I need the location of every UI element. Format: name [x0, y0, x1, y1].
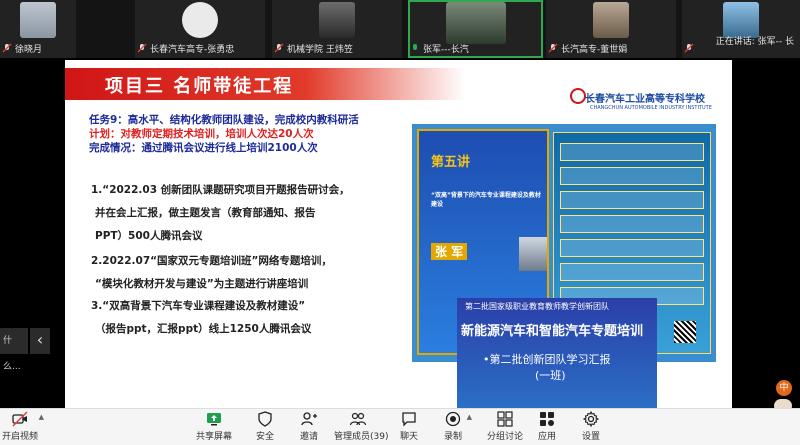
security-label: 安全: [255, 432, 274, 442]
poster-row: [560, 215, 704, 233]
banner-line: (一班): [535, 369, 566, 382]
record-button[interactable]: 录制 ▲: [440, 411, 472, 445]
manage-members-button[interactable]: 管理成员(39): [334, 411, 389, 445]
poster-course: “双高”背景下的汽车专业课程建设及教材建设: [431, 192, 541, 208]
participant-tile[interactable]: 徐晓月: [0, 0, 76, 58]
share-screen-button[interactable]: 共享屏幕: [196, 411, 232, 445]
chat-icon: [402, 412, 416, 427]
apps-button[interactable]: 应用: [534, 411, 560, 445]
poster-speaker: 张 军: [431, 243, 468, 260]
members-icon: [350, 412, 366, 426]
video-button[interactable]: 开启视频 ▲: [2, 411, 44, 445]
breakout-label: 分组讨论: [487, 432, 524, 442]
breakout-button[interactable]: 分组讨论: [487, 411, 523, 445]
mic-muted-icon: [137, 43, 147, 53]
settings-label: 设置: [581, 432, 600, 442]
plan-line: 计划：对教师定期技术培训，培训人次达20人次: [89, 128, 314, 140]
item-line: 并在会上汇报，做主题发言（教育部通知、报告: [95, 207, 316, 219]
shared-slide: 项目三 名师带徒工程 长春汽车工业高等专科学校 CHANGCHUN AUTOMO…: [65, 60, 732, 408]
poster-row: [560, 263, 704, 281]
apps-label: 应用: [537, 432, 556, 442]
avatar: [182, 2, 218, 38]
video-label: 开启视频: [2, 432, 39, 442]
banner-line: 新能源汽车和智能汽车专题培训: [461, 324, 644, 339]
poster-row: [560, 167, 704, 185]
settings-button[interactable]: 设置: [578, 411, 604, 445]
shield-icon: [258, 411, 272, 427]
participant-strip: 徐晓月 长春汽车高专-张勇忠 机械学院 王炜笠 张军---长汽 长汽高专-董世娟…: [0, 0, 800, 58]
participant-tile[interactable]: 长汽高专-董世娟: [546, 0, 676, 58]
college-logo: [570, 88, 586, 104]
item-line: PPT）500人腾讯会议: [95, 230, 203, 242]
add-user-icon: [301, 412, 317, 426]
team-banner: 第二批国家级职业教育教师教学创新团队 新能源汽车和智能汽车专题培训 •第二批创新…: [457, 298, 657, 408]
poster-row: [560, 239, 704, 257]
participant-tile-active[interactable]: 张军---长汽: [408, 0, 543, 58]
poster-lecture: 第五讲: [431, 155, 471, 170]
apps-icon: [540, 412, 554, 426]
participant-video: [20, 2, 56, 38]
mic-muted-icon: [548, 43, 558, 53]
college-name: 长春汽车工业高等专科学校: [585, 94, 705, 105]
invite-label: 邀请: [299, 432, 318, 442]
item-line: （报告ppt，汇报ppt）线上1250人腾讯会议: [95, 323, 312, 335]
speaker-photo: [519, 237, 547, 271]
participant-name: 长汽高专-董世娟: [561, 44, 628, 55]
college-name-en: CHANGCHUN AUTOMOBILE INDUSTRY INSTITUTE: [590, 105, 712, 111]
breakout-icon: [497, 411, 513, 427]
participant-name: 徐晓月: [15, 44, 43, 55]
participant-tile[interactable]: 长春汽车高专-张勇忠: [135, 0, 265, 58]
mic-muted-icon: [274, 43, 284, 53]
participant-video: [723, 2, 759, 38]
record-icon: [445, 411, 461, 427]
side-panel-tab[interactable]: 什么...: [0, 328, 28, 372]
collapse-button[interactable]: ‹: [30, 328, 50, 354]
item-line: “模块化教材开发与建设”为主题进行讲座培训: [95, 278, 309, 290]
mic-on-icon: [413, 44, 417, 50]
share-label: 共享屏幕: [196, 432, 233, 442]
participant-name: 机械学院 王炜笠: [287, 44, 353, 55]
participant-name: 长春汽车高专-张勇忠: [150, 44, 235, 55]
item-line: 3.“双高背景下汽车专业课程建设及教材建设”: [91, 300, 306, 312]
share-screen-icon: [207, 413, 221, 426]
chat-label: 聊天: [399, 432, 418, 442]
chevron-up-icon[interactable]: ▲: [467, 413, 472, 421]
banner-line: 第二批国家级职业教育教师教学创新团队: [465, 302, 609, 311]
members-label: 管理成员(39): [334, 432, 389, 442]
item-line: 2.2022.07“国家双元专题培训班”网络专题培训，: [91, 255, 332, 267]
mic-muted-icon: [684, 43, 694, 53]
participant-name: 张军---长汽: [423, 44, 469, 55]
gear-icon: [583, 411, 599, 427]
security-button[interactable]: 安全: [252, 411, 278, 445]
chevron-up-icon[interactable]: ▲: [39, 413, 44, 421]
chat-button[interactable]: 聊天: [396, 411, 422, 445]
participant-video: [593, 2, 629, 38]
record-label: 录制: [443, 432, 462, 442]
banner-line: •第二批创新团队学习汇报: [483, 353, 611, 366]
invite-button[interactable]: 邀请: [296, 411, 322, 445]
task-line: 任务9：高水平、结构化教师团队建设，完成校内教科研活: [89, 114, 359, 126]
done-line: 完成情况：通过腾讯会议进行线上培训2100人次: [89, 142, 318, 154]
item-line: 1.“2022.03 创新团队课题研究项目开题报告研讨会，: [91, 184, 350, 196]
mic-muted-icon: [2, 43, 12, 53]
ime-badge[interactable]: 中: [776, 380, 792, 396]
participant-video: [445, 2, 506, 44]
slide-title: 项目三 名师带徒工程: [105, 76, 294, 97]
participant-video: [319, 2, 355, 38]
poster-row: [560, 143, 704, 161]
participant-tile[interactable]: 正在讲话: 张军-- 长: [682, 0, 800, 58]
meeting-toolbar: 开启视频 ▲ 共享屏幕 安全 邀请 管理成员(39) 聊天 录制 ▲ 分组讨论 …: [0, 408, 800, 445]
video-off-icon: [12, 411, 28, 427]
qr-code: [674, 321, 696, 343]
speaking-indicator: 正在讲话: 张军-- 长: [715, 37, 794, 47]
participant-tile[interactable]: 机械学院 王炜笠: [272, 0, 402, 58]
poster-row: [560, 191, 704, 209]
